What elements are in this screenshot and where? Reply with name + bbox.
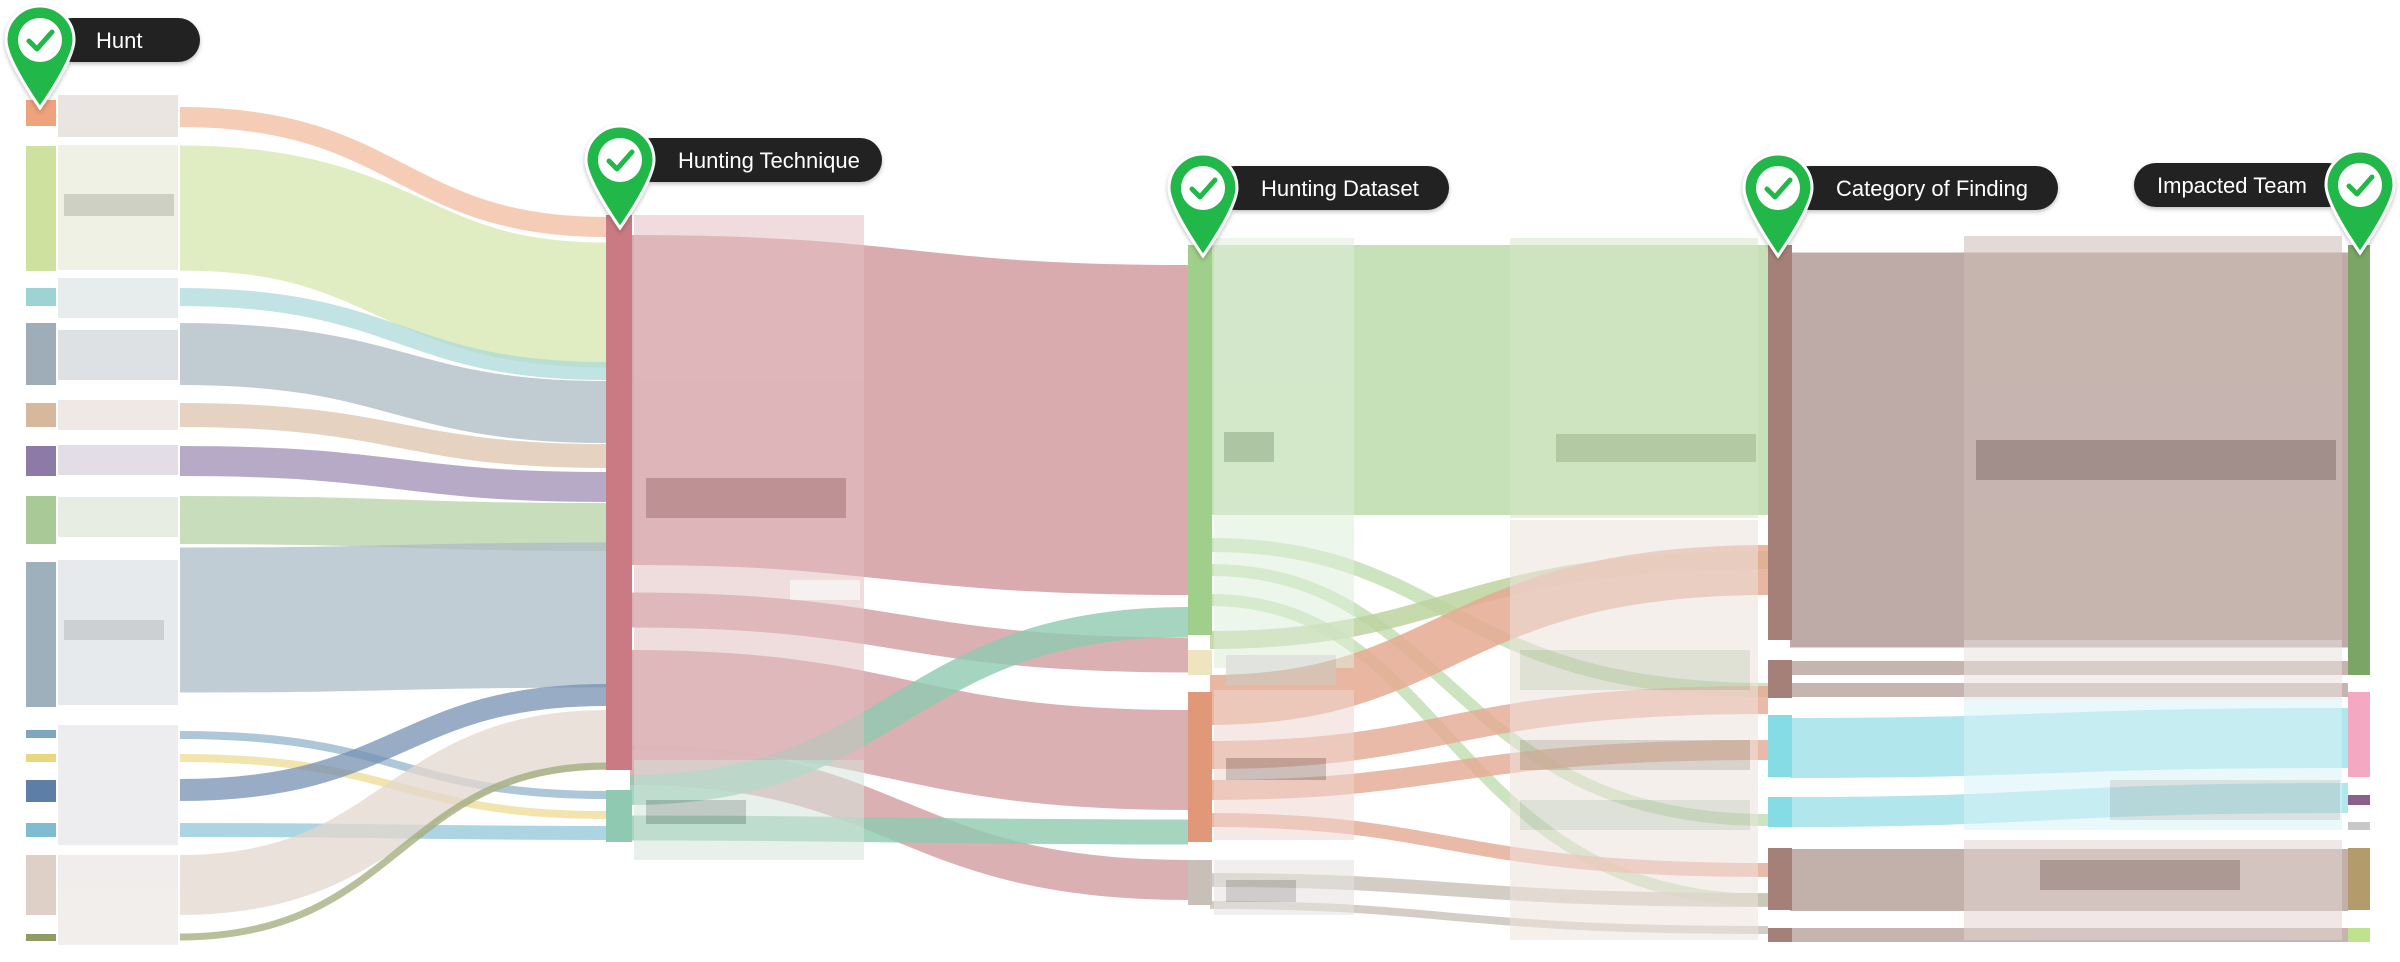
node[interactable] — [26, 496, 56, 544]
stage-label: Hunting Technique — [678, 148, 860, 173]
node[interactable] — [1768, 245, 1792, 640]
node[interactable] — [1188, 692, 1212, 842]
node[interactable] — [1768, 797, 1792, 827]
obscured-labels-hunt — [58, 95, 178, 945]
nodes-hunting-dataset — [1188, 245, 1212, 905]
obscured-labels-technique — [634, 215, 864, 860]
check-circle — [2338, 163, 2382, 207]
stage-label: Category of Finding — [1836, 176, 2028, 201]
stage-label: Hunt — [96, 28, 142, 53]
node[interactable] — [26, 146, 56, 271]
node[interactable] — [1188, 860, 1212, 905]
check-circle — [598, 138, 642, 182]
check-circle — [1756, 166, 1800, 210]
node[interactable] — [1768, 928, 1792, 942]
stage-hunting-technique[interactable]: Hunting Technique — [584, 124, 882, 231]
node[interactable] — [2348, 692, 2370, 777]
node[interactable] — [26, 446, 56, 476]
sankey-diagram: Hunt Hunting Technique Hunting Dataset C… — [4, 4, 2396, 945]
node[interactable] — [26, 823, 56, 837]
node[interactable] — [2348, 848, 2370, 910]
node[interactable] — [26, 562, 56, 707]
node[interactable] — [26, 855, 56, 915]
node[interactable] — [606, 215, 632, 770]
node[interactable] — [1188, 650, 1212, 675]
node[interactable] — [1768, 848, 1792, 910]
node[interactable] — [2348, 928, 2370, 942]
node[interactable] — [26, 403, 56, 427]
node[interactable] — [26, 934, 56, 941]
node[interactable] — [26, 780, 56, 802]
stage-label: Impacted Team — [2157, 173, 2307, 198]
stage-label: Hunting Dataset — [1261, 176, 1419, 201]
flow — [179, 496, 607, 551]
nodes-hunt — [26, 100, 56, 941]
check-circle — [18, 18, 62, 62]
node[interactable] — [1768, 660, 1792, 698]
check-circle — [1181, 166, 1225, 210]
node[interactable] — [26, 323, 56, 385]
flow — [179, 542, 607, 693]
node[interactable] — [26, 288, 56, 306]
node[interactable] — [2348, 822, 2370, 830]
node[interactable] — [606, 790, 632, 842]
nodes-category-of-finding — [1768, 245, 1792, 942]
node[interactable] — [26, 730, 56, 738]
flows-hunt-to-technique — [179, 107, 607, 941]
nodes-hunting-technique — [606, 215, 632, 842]
node[interactable] — [2348, 245, 2370, 675]
node[interactable] — [26, 754, 56, 762]
nodes-impacted-team — [2348, 245, 2370, 942]
node[interactable] — [1768, 715, 1792, 777]
node[interactable] — [2348, 795, 2370, 805]
stage-hunt[interactable]: Hunt — [4, 4, 200, 111]
node[interactable] — [1188, 245, 1212, 635]
obscured-labels-category — [1964, 236, 2342, 940]
